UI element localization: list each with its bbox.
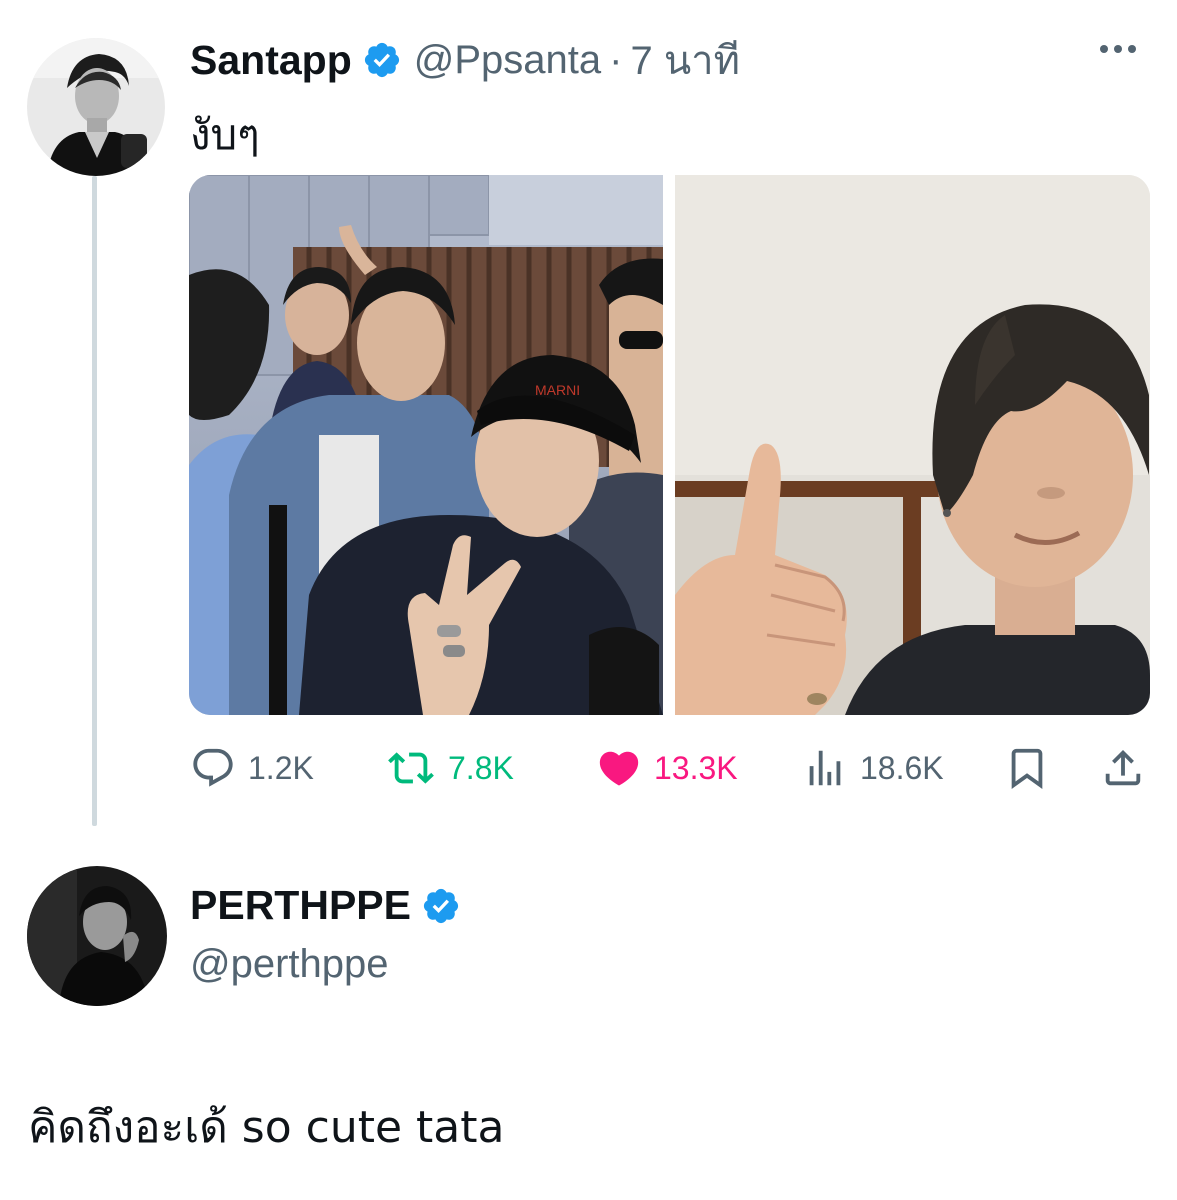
thread-line	[92, 176, 97, 826]
reply-author-header: PERTHPPE	[190, 882, 461, 929]
share-button[interactable]	[1100, 740, 1146, 796]
svg-text:MARNI: MARNI	[535, 382, 580, 398]
author-name[interactable]: Santapp	[190, 37, 352, 84]
tweet-media[interactable]: MARNI	[189, 175, 1150, 715]
tweet-header: Santapp @Ppsanta · 7 นาที	[190, 30, 740, 90]
heart-icon	[596, 745, 642, 791]
retweet-count: 7.8K	[448, 749, 514, 786]
reply-author-name[interactable]: PERTHPPE	[190, 882, 411, 929]
share-icon	[1100, 745, 1146, 791]
timestamp[interactable]: 7 นาที	[630, 28, 740, 92]
more-options-icon[interactable]	[1100, 45, 1136, 53]
verified-badge-icon	[421, 886, 461, 926]
views-count: 18.6K	[860, 749, 944, 786]
tweet-text: งับๆ	[190, 110, 260, 159]
like-count: 13.3K	[654, 749, 738, 786]
reply-author-avatar[interactable]	[27, 866, 167, 1006]
retweet-button[interactable]: 7.8K	[386, 740, 514, 796]
retweet-icon	[386, 745, 436, 791]
bookmark-icon	[1004, 745, 1050, 791]
reply-icon	[190, 745, 236, 791]
reply-button[interactable]: 1.2K	[190, 740, 314, 796]
bookmark-button[interactable]	[1004, 740, 1050, 796]
reply-author-handle[interactable]: @perthppe	[190, 942, 389, 987]
like-button[interactable]: 13.3K	[596, 740, 738, 796]
views-icon	[802, 745, 848, 791]
verified-badge-icon	[362, 40, 402, 80]
reply-text: คิดถึงอะเด้ so cute tata	[28, 1102, 505, 1153]
separator-dot: ·	[609, 37, 623, 82]
tweet-action-bar: 1.2K 7.8K 13.3K 18.6K	[190, 740, 1150, 796]
thumbs-up-photo[interactable]	[675, 175, 1150, 715]
group-selfie-photo[interactable]: MARNI	[189, 175, 663, 715]
author-handle[interactable]: @Ppsanta	[414, 38, 601, 83]
author-avatar[interactable]	[27, 38, 165, 176]
views-button[interactable]: 18.6K	[802, 740, 944, 796]
reply-count: 1.2K	[248, 749, 314, 786]
